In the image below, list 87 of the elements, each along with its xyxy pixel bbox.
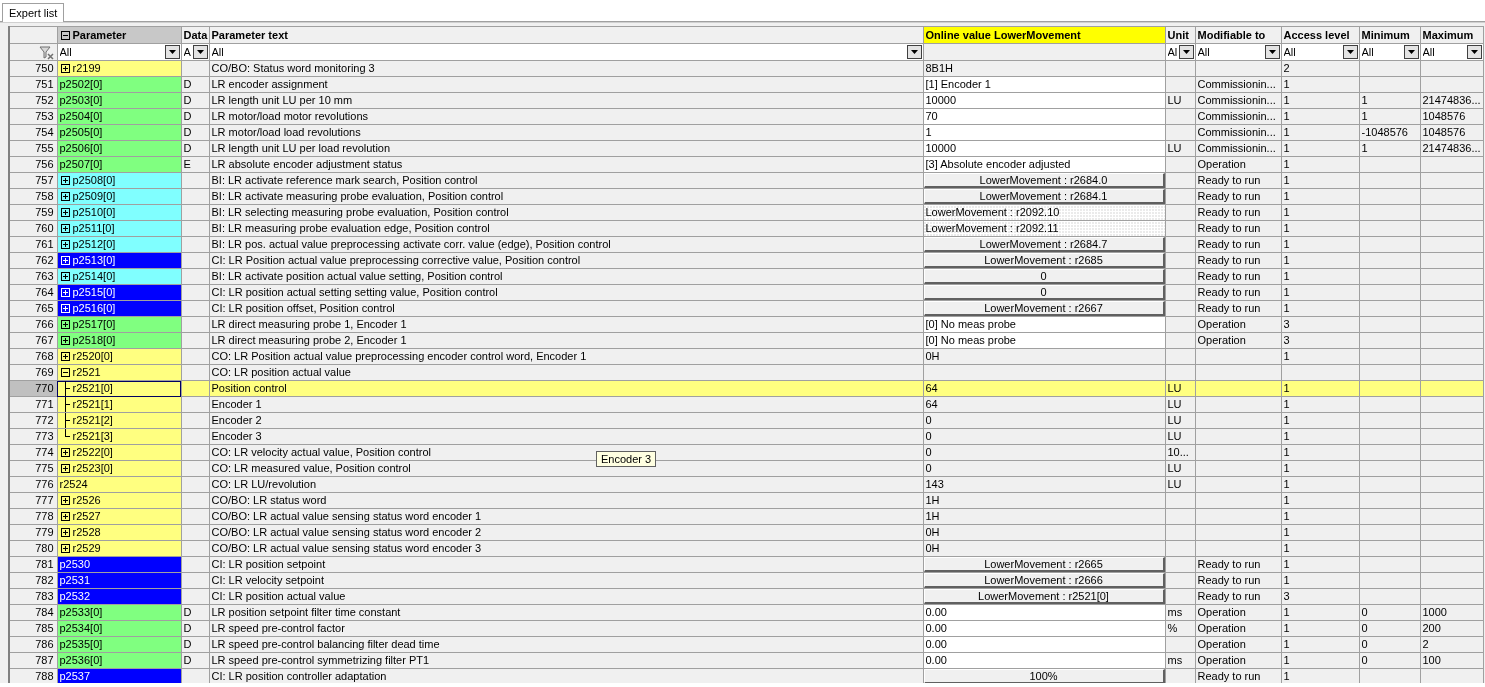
column-header[interactable]: Maximum (1420, 26, 1483, 44)
expand-icon[interactable] (60, 544, 70, 553)
filter-dropdown[interactable]: A (182, 44, 208, 60)
parameter-name: p2516[0] (72, 301, 116, 316)
expand-icon[interactable] (60, 496, 70, 505)
expand-icon[interactable] (60, 464, 70, 473)
parameter-name: p2534[0] (59, 621, 103, 636)
link-button[interactable]: LowerMovement : r2667 (924, 301, 1164, 316)
parameter-name: r2523[0] (72, 461, 113, 476)
parameter-name: p2537 (59, 669, 91, 683)
column-header[interactable]: Modifiable to (1195, 26, 1281, 44)
filter-dropdown[interactable]: All (1421, 44, 1482, 60)
parameter-name: p2503[0] (59, 93, 103, 108)
parameter-name: p2504[0] (59, 109, 103, 124)
tab[interactable]: Expert list (2, 3, 65, 22)
parameter-name: r2526 (72, 493, 101, 508)
parameter-name: p2513[0] (72, 253, 116, 268)
parameter-name: r2522[0] (72, 445, 113, 460)
parameter-name: p2510[0] (72, 205, 116, 220)
link-button[interactable]: LowerMovement : r2666 (924, 573, 1164, 588)
link-button[interactable]: LowerMovement : r2521[0] (924, 589, 1164, 604)
filter-dropdown[interactable]: Al (1166, 44, 1194, 60)
expand-icon[interactable] (60, 208, 70, 217)
expand-icon[interactable] (60, 240, 70, 249)
filter-clear-icon[interactable] (38, 45, 55, 60)
filter-dropdown[interactable]: All (58, 44, 180, 60)
parameter-name: p2512[0] (72, 237, 116, 252)
expand-icon[interactable] (60, 528, 70, 537)
column-header[interactable]: Parameter (72, 28, 127, 41)
column-header[interactable]: Access level (1281, 26, 1359, 44)
link-button[interactable]: LowerMovement : r2665 (924, 557, 1164, 572)
link-button[interactable]: 0 (924, 285, 1164, 300)
parameter-name: r2521[1] (72, 397, 113, 412)
parameter-name: p2511[0] (72, 221, 115, 236)
expand-icon[interactable] (60, 64, 70, 73)
parameter-name: p2502[0] (59, 77, 103, 92)
collapse-icon[interactable] (60, 30, 70, 40)
column-header[interactable]: Minimum (1359, 26, 1420, 44)
parameter-name: r2528 (72, 525, 101, 540)
parameter-name: r2521[2] (72, 413, 113, 428)
parameter-name: p2505[0] (59, 125, 103, 140)
expand-icon[interactable] (60, 512, 70, 521)
expand-icon[interactable] (60, 320, 70, 329)
expand-icon[interactable] (60, 176, 70, 185)
parameter-name: p2508[0] (72, 173, 116, 188)
column-header[interactable]: Data (181, 26, 209, 44)
parameter-name: r2524 (59, 477, 88, 492)
parameter-name: p2535[0] (59, 637, 103, 652)
collapse-icon[interactable] (60, 368, 70, 377)
parameter-name: r2199 (72, 61, 101, 76)
parameter-name: p2532 (59, 589, 91, 604)
filter-dropdown[interactable]: All (210, 44, 922, 60)
filter-dropdown[interactable]: All (1360, 44, 1419, 60)
expand-icon[interactable] (60, 192, 70, 201)
parameter-name: r2529 (72, 541, 101, 556)
link-button[interactable]: 0 (924, 269, 1164, 284)
filter-dropdown[interactable]: All (1196, 44, 1280, 60)
parameter-name: r2521 (72, 365, 101, 380)
parameter-name: p2517[0] (72, 317, 116, 332)
column-header[interactable]: Parameter text (209, 26, 923, 44)
parameter-name: r2521[0] (72, 381, 113, 396)
parameter-name: p2506[0] (59, 141, 103, 156)
parameter-name: p2514[0] (72, 269, 116, 284)
expand-icon[interactable] (60, 352, 70, 361)
expand-icon[interactable] (60, 448, 70, 457)
parameter-name: p2536[0] (59, 653, 103, 668)
parameter-name: r2521[3] (72, 429, 113, 444)
column-header[interactable]: Unit (1165, 26, 1195, 44)
parameter-name: p2507[0] (59, 157, 103, 172)
link-button[interactable]: LowerMovement : r2685 (924, 253, 1164, 268)
link-button[interactable]: LowerMovement : r2684.0 (924, 173, 1164, 188)
expand-icon[interactable] (60, 336, 70, 345)
parameter-name: p2518[0] (72, 333, 116, 348)
link-button[interactable]: 100% (924, 669, 1164, 683)
parameter-name: p2533[0] (59, 605, 103, 620)
filter-dropdown[interactable]: All (1282, 44, 1358, 60)
column-header[interactable]: Online value LowerMovement (923, 26, 1165, 44)
link-button[interactable]: LowerMovement : r2684.7 (924, 237, 1164, 252)
parameter-name: p2531 (59, 573, 91, 588)
expand-icon[interactable] (60, 272, 70, 281)
parameter-name: r2520[0] (72, 349, 113, 364)
expand-icon[interactable] (60, 224, 70, 233)
parameter-name: r2527 (72, 509, 101, 524)
parameter-name: p2530 (59, 557, 91, 572)
parameter-name: p2509[0] (72, 189, 116, 204)
parameter-name: p2515[0] (72, 285, 116, 300)
link-button[interactable]: LowerMovement : r2684.1 (924, 189, 1164, 204)
